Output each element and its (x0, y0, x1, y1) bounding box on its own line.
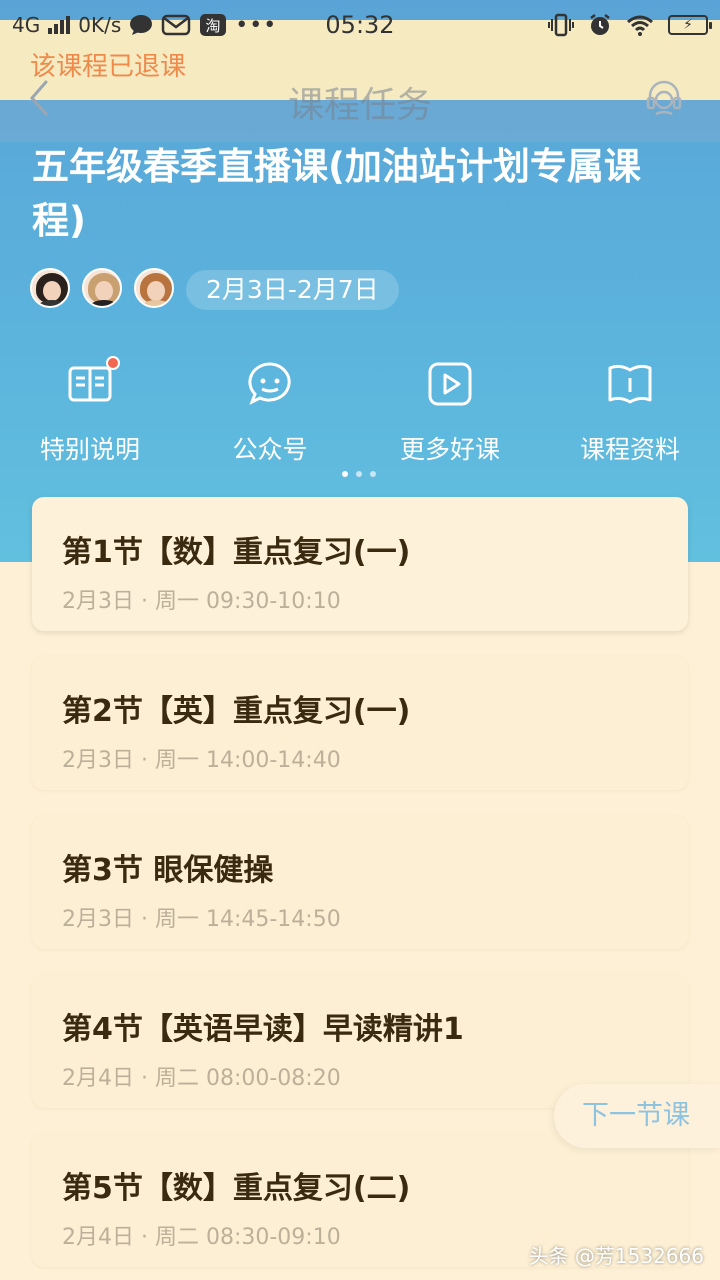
menu-label: 课程资料 (579, 435, 680, 464)
status-bar: 4G 0K/s 淘 ••• 05:32 ⚡ (0, 0, 720, 50)
lesson-name: 第2节【英】重点复习(一) (62, 694, 411, 729)
lesson-list: 第1节【数】重点复习(一) 2月3日 · 周一 09:30-10:10 第2节【… (32, 497, 688, 1280)
next-lesson-button[interactable]: 下一节课 (554, 1084, 720, 1148)
customer-service-icon[interactable] (644, 78, 684, 118)
taobao-icon: 淘 (200, 14, 227, 36)
battery-icon: ⚡ (668, 15, 712, 35)
lesson-name: 第1节【数】重点复习(一) (62, 535, 411, 570)
lesson-name: 第4节【英语早读】早读精讲1 (62, 1012, 464, 1047)
battery-charging-icon: ⚡ (683, 17, 693, 33)
lesson-card[interactable]: 第3节 眼保健操 2月3日 · 周一 14:45-14:50 (32, 815, 688, 949)
more-notifications-icon: ••• (235, 12, 278, 38)
menu-pager (342, 471, 376, 477)
course-date-range: 2月3日-2月7日 (186, 270, 399, 310)
menu-official-account[interactable]: 公众号 (190, 360, 350, 466)
lesson-name: 第3节 眼保健操 (62, 853, 274, 888)
avatar[interactable] (30, 268, 70, 308)
back-arrow-icon[interactable] (22, 76, 62, 120)
watermark: 头条 @芳1532666 (528, 1244, 704, 1268)
avatar[interactable] (134, 268, 174, 308)
menu-label: 公众号 (232, 435, 308, 464)
menu-label: 特别说明 (39, 435, 140, 464)
message-icon (130, 15, 153, 35)
menu-course-materials[interactable]: 课程资料 (550, 360, 710, 466)
lesson-card[interactable]: 第2节【英】重点复习(一) 2月3日 · 周一 14:00-14:40 (32, 656, 688, 790)
notification-dot (106, 356, 120, 370)
mail-icon (161, 14, 191, 36)
alarm-icon (590, 14, 610, 35)
menu-label: 更多好课 (399, 435, 500, 464)
play-icon (426, 360, 474, 408)
signal-icon (48, 16, 71, 34)
chat-bubble-icon (246, 360, 294, 408)
lesson-card[interactable]: 第1节【数】重点复习(一) 2月3日 · 周一 09:30-10:10 (32, 497, 688, 631)
network-type: 4G (12, 13, 41, 37)
lesson-time: 2月3日 · 周一 14:00-14:40 (62, 748, 341, 773)
menu-special-notes[interactable]: 特别说明 (10, 356, 170, 466)
book-icon (66, 356, 120, 408)
vibrate-icon (548, 13, 574, 37)
course-title: 五年级春季直播课(加油站计划专属课程) (32, 145, 641, 242)
avatar[interactable] (82, 268, 122, 308)
lesson-name: 第5节【数】重点复习(二) (62, 1171, 411, 1206)
menu-more-courses[interactable]: 更多好课 (370, 360, 530, 466)
wifi-icon (627, 15, 653, 36)
lesson-time: 2月3日 · 周一 14:45-14:50 (62, 907, 341, 932)
network-speed: 0K/s (78, 13, 122, 37)
lesson-time: 2月3日 · 周一 09:30-10:10 (62, 589, 341, 614)
material-book-icon (606, 360, 654, 408)
svg-text:淘: 淘 (206, 17, 221, 35)
nav-bar-band (0, 100, 720, 142)
teacher-avatars (30, 268, 174, 308)
